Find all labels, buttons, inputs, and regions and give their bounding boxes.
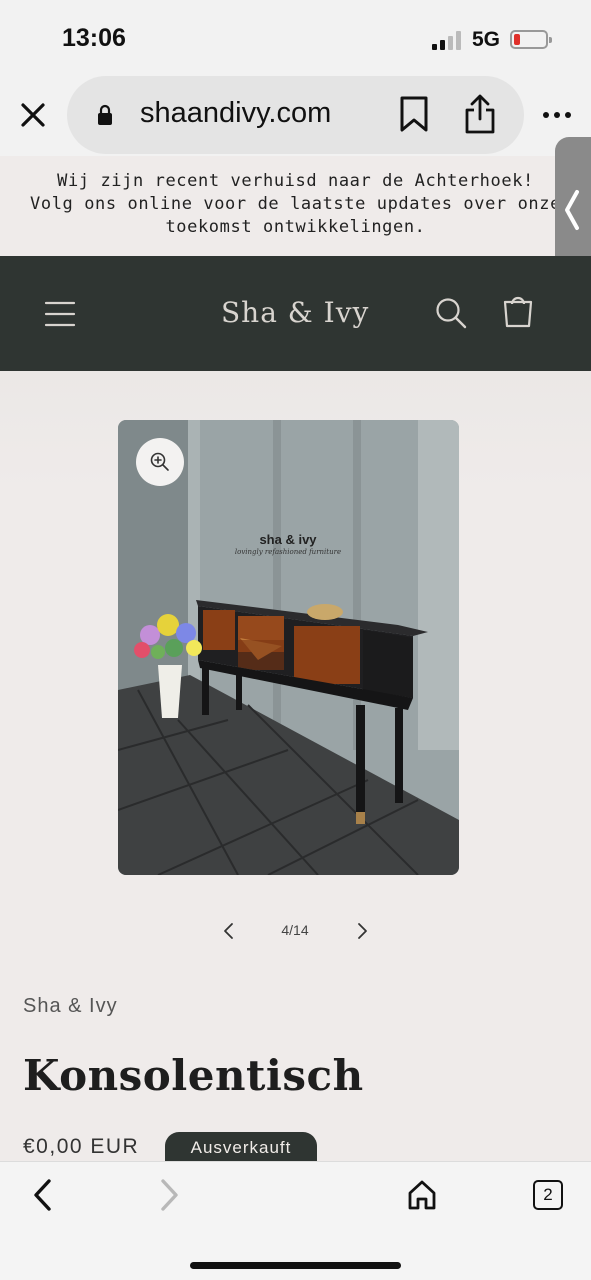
- product-vendor[interactable]: Sha & Ivy: [23, 995, 118, 1018]
- battery-icon: [510, 30, 552, 49]
- menu-icon[interactable]: [44, 300, 76, 328]
- home-indicator: [190, 1262, 401, 1269]
- search-icon[interactable]: [434, 296, 468, 330]
- chevron-left-icon[interactable]: [220, 920, 238, 942]
- browser-toolbar: 2: [0, 1161, 591, 1280]
- signal-icon: [432, 30, 462, 50]
- watermark-tagline: lovingly refashioned furniture: [235, 548, 341, 556]
- product-price: €0,00 EUR: [23, 1135, 140, 1158]
- browser-url-row: shaandivy.com: [0, 76, 591, 156]
- site-logo[interactable]: Sha & Ivy: [221, 296, 369, 329]
- watermark-brand: sha & ivy: [259, 532, 317, 547]
- announcement-bar: Wij zijn recent verhuisd naar de Achterh…: [0, 156, 591, 256]
- gallery-pager: 4/14: [0, 916, 591, 946]
- announcement-line-1: Wij zijn recent verhuisd naar de Achterh…: [57, 171, 534, 191]
- back-icon[interactable]: [28, 1178, 58, 1212]
- address-bar[interactable]: shaandivy.com: [67, 76, 524, 154]
- status-time: 13:06: [62, 24, 126, 52]
- status-badge: Ausverkauft: [165, 1132, 317, 1164]
- share-icon[interactable]: [462, 93, 498, 135]
- more-icon[interactable]: [540, 98, 574, 132]
- site-header: Sha & Ivy: [0, 256, 591, 371]
- announcement-line-3: toekomst ontwikkelingen.: [165, 217, 426, 237]
- close-icon[interactable]: [14, 96, 52, 134]
- lock-icon: [98, 104, 112, 125]
- url-text: shaandivy.com: [140, 97, 332, 129]
- chevron-right-icon[interactable]: [353, 920, 371, 942]
- zoom-button[interactable]: [136, 438, 184, 486]
- status-bar: 13:06 5G: [0, 0, 591, 76]
- zoom-icon: [150, 452, 169, 471]
- announcement-line-2: Volg ons online voor de laatste updates …: [30, 194, 561, 214]
- forward-icon[interactable]: [154, 1178, 184, 1212]
- gallery-counter: 4/14: [281, 922, 309, 938]
- cart-icon[interactable]: [500, 294, 536, 330]
- home-icon[interactable]: [406, 1179, 438, 1211]
- product-section: sha & ivy lovingly refashioned furniture: [0, 371, 591, 1164]
- tabs-icon[interactable]: 2: [533, 1180, 563, 1210]
- network-label: 5G: [472, 28, 501, 51]
- product-image[interactable]: sha & ivy lovingly refashioned furniture: [118, 420, 459, 875]
- product-title: Konsolentisch: [23, 1051, 364, 1100]
- chevron-left-icon: [565, 190, 579, 230]
- bookmark-icon[interactable]: [397, 96, 431, 132]
